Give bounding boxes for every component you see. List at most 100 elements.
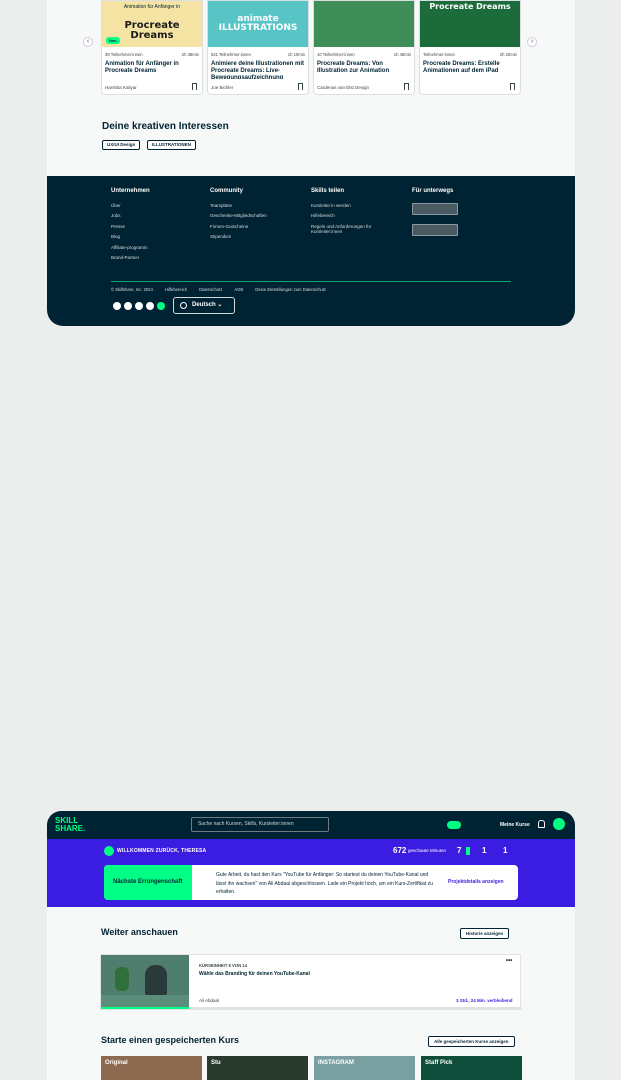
footer-link[interactable]: Stipendien xyxy=(210,234,267,239)
carousel-next-button[interactable]: › xyxy=(527,37,537,47)
course-thumbnail xyxy=(101,955,189,1009)
saved-courses-title: Starte einen gespeicherten Kurs xyxy=(101,1035,240,1045)
legal-links: © Skillshare, Inc. 2024 Hilfebereich Dat… xyxy=(111,287,326,292)
course-duration: 1h 48min xyxy=(393,52,411,57)
course-duration: 1h 10min xyxy=(287,52,305,57)
student-count: 621 Teilnehmer:innen xyxy=(211,52,251,57)
progress-fill xyxy=(101,1007,190,1009)
language-label: Deutsch xyxy=(192,302,216,308)
project-details-link[interactable]: Projektdetails anzeigen xyxy=(448,879,504,885)
course-title[interactable]: Animiere deine Illustrationen mit Procre… xyxy=(208,57,308,79)
interests-title: Deine kreativen Interessen xyxy=(102,121,229,132)
course-thumbnail: Animation für Anfänger in Procreate Drea… xyxy=(102,1,202,47)
footer-link[interactable]: Jobs xyxy=(111,213,150,218)
interest-chip[interactable]: ILLUSTRATIONEN xyxy=(147,140,196,150)
footer-link[interactable]: Presse xyxy=(111,224,150,229)
twitter-icon[interactable] xyxy=(124,302,132,310)
interest-chip[interactable]: UX/UI Design xyxy=(102,140,141,150)
bookmark-icon[interactable] xyxy=(404,83,409,90)
bell-icon[interactable] xyxy=(538,820,545,828)
course-title[interactable]: Procreate Dreams: Von Illustration zur A… xyxy=(314,57,414,79)
footer-heading: Community xyxy=(210,188,243,194)
history-button[interactable]: Historie anzeigen xyxy=(460,928,510,939)
continue-course-card[interactable]: KURSEINHEIT 8 VON 14 Wähle das Branding … xyxy=(100,954,522,1010)
footer-link[interactable]: Hilfebereich xyxy=(311,213,391,218)
footer-link[interactable]: Kursleiter:in werden xyxy=(311,203,391,208)
course-author[interactable]: Joe Bichler xyxy=(211,85,233,90)
welcome-text: WILLKOMMEN ZURÜCK, THERESA xyxy=(117,848,207,854)
course-carousel: ‹ Animation für Anfänger in Procreate Dr… xyxy=(83,0,567,96)
footer-column-company: Unternehmen Über Jobs Presse Blog Affili… xyxy=(111,188,150,265)
facebook-icon[interactable] xyxy=(113,302,121,310)
footer-link[interactable]: Regeln und Anforderungen für Kursleiter:… xyxy=(311,224,391,235)
footer-divider xyxy=(111,281,511,282)
student-count: 10 Teilnehmer:innen xyxy=(317,52,355,57)
thumbnail-subtitle: Animation für Anfänger in xyxy=(123,4,181,10)
footer-link[interactable]: Über xyxy=(111,203,150,208)
thumbnail-title: animate ILLUSTRATIONS xyxy=(218,14,298,33)
course-author[interactable]: Harshita Kaliyar xyxy=(105,85,137,90)
course-card[interactable]: animate ILLUSTRATIONS 621 Teilnehmer:inn… xyxy=(207,0,309,95)
top-navigation: SKILL SHARE. Suche nach Kursen, Skills, K… xyxy=(47,811,575,839)
footer-link[interactable]: Teampläne xyxy=(210,203,267,208)
footer-link[interactable]: Geschenke-Mitgliedschaften xyxy=(210,213,267,218)
saved-course-card[interactable]: Original xyxy=(101,1056,202,1080)
google-play-button[interactable] xyxy=(412,224,458,236)
saved-course-card[interactable]: Stu xyxy=(207,1056,308,1080)
saved-course-label: Original xyxy=(105,1060,128,1066)
app-store-button[interactable] xyxy=(412,203,458,215)
course-card[interactable]: 10 Teilnehmer:innen 1h 48min Procreate Dr… xyxy=(313,0,415,95)
copyright-text: © Skillshare, Inc. 2024 xyxy=(111,287,153,292)
lesson-number: KURSEINHEIT 8 VON 14 xyxy=(199,963,247,968)
globe-icon xyxy=(180,302,187,309)
course-duration: 2h 20min xyxy=(499,52,517,57)
instagram-icon[interactable] xyxy=(146,302,154,310)
legal-link[interactable]: AGB xyxy=(234,287,243,292)
course-title[interactable]: Animation für Anfänger in Procreate Drea… xyxy=(102,57,202,79)
course-card[interactable]: Animation für Anfänger in Procreate Drea… xyxy=(101,0,203,95)
thumbnail-title: Procreate Dreams xyxy=(429,2,511,11)
user-icon xyxy=(104,846,114,856)
certificates-count: 1 xyxy=(503,846,508,855)
continue-watching-title: Weiter anschauen xyxy=(101,927,178,937)
bookmark-icon[interactable] xyxy=(510,83,515,90)
legal-link[interactable]: Datenschutz xyxy=(199,287,222,292)
more-options-icon[interactable]: ••• xyxy=(506,958,512,964)
saved-course-label: Staff Pick xyxy=(425,1060,453,1066)
my-courses-link[interactable]: Meine Kurse xyxy=(500,822,530,828)
footer-link[interactable]: Blog xyxy=(111,234,150,239)
search-input[interactable]: Suche nach Kursen, Skills, Kursleiter:in… xyxy=(191,817,329,832)
site-footer: Unternehmen Über Jobs Presse Blog Affili… xyxy=(47,176,575,326)
course-duration: 2h 38min xyxy=(181,52,199,57)
saved-course-card[interactable]: INSTAGRAM xyxy=(314,1056,415,1080)
view-saved-button[interactable]: Alle gespeicherten Kurse anzeigen xyxy=(428,1036,515,1047)
footer-column-teach: Skills teilen Kursleiter:in werden Hilfe… xyxy=(311,188,391,240)
footer-link[interactable]: Affiliate-programm xyxy=(111,245,150,250)
avatar[interactable] xyxy=(553,818,565,830)
course-title[interactable]: Procreate Dreams: Erstelle Animationen a… xyxy=(420,57,520,79)
footer-link[interactable]: Brand-Partner xyxy=(111,255,150,260)
theme-toggle[interactable] xyxy=(447,821,461,829)
saved-course-card[interactable]: Staff Pick xyxy=(421,1056,522,1080)
carousel-prev-button[interactable]: ‹ xyxy=(83,37,93,47)
achievement-label: Nächste Errungenschaft xyxy=(104,865,192,900)
skillshare-logo[interactable]: SKILL SHARE. xyxy=(55,817,85,832)
course-thumbnail: Procreate Dreams xyxy=(420,1,520,47)
bookmark-icon[interactable] xyxy=(192,83,197,90)
legal-link[interactable]: Hilfebereich xyxy=(165,287,187,292)
legal-link[interactable]: Deine Einstellungen zum Datenschutz xyxy=(255,287,326,292)
minutes-watched: 672 xyxy=(393,846,407,855)
lesson-title: Wähle das Branding für deinen YouTube-Ka… xyxy=(199,971,310,977)
course-card[interactable]: Procreate Dreams Teilnehmer:innen 2h 20mi… xyxy=(419,0,521,95)
course-author[interactable]: Cardenas van Elst Design xyxy=(317,85,369,90)
course-thumbnail: animate ILLUSTRATIONS xyxy=(208,1,308,47)
footer-link[interactable]: Firmen-Gutscheine xyxy=(210,224,267,229)
tiktok-icon[interactable] xyxy=(157,302,165,310)
teacher-name[interactable]: Ali Abdaal xyxy=(199,998,219,1003)
footer-heading: Unternehmen xyxy=(111,188,150,194)
minutes-label: geschaute Minuten xyxy=(408,848,447,853)
pinterest-icon[interactable] xyxy=(135,302,143,310)
language-selector[interactable]: Deutsch ⌄ xyxy=(173,297,235,314)
bookmark-icon[interactable] xyxy=(298,83,303,90)
streak-count: 7 xyxy=(457,846,462,855)
